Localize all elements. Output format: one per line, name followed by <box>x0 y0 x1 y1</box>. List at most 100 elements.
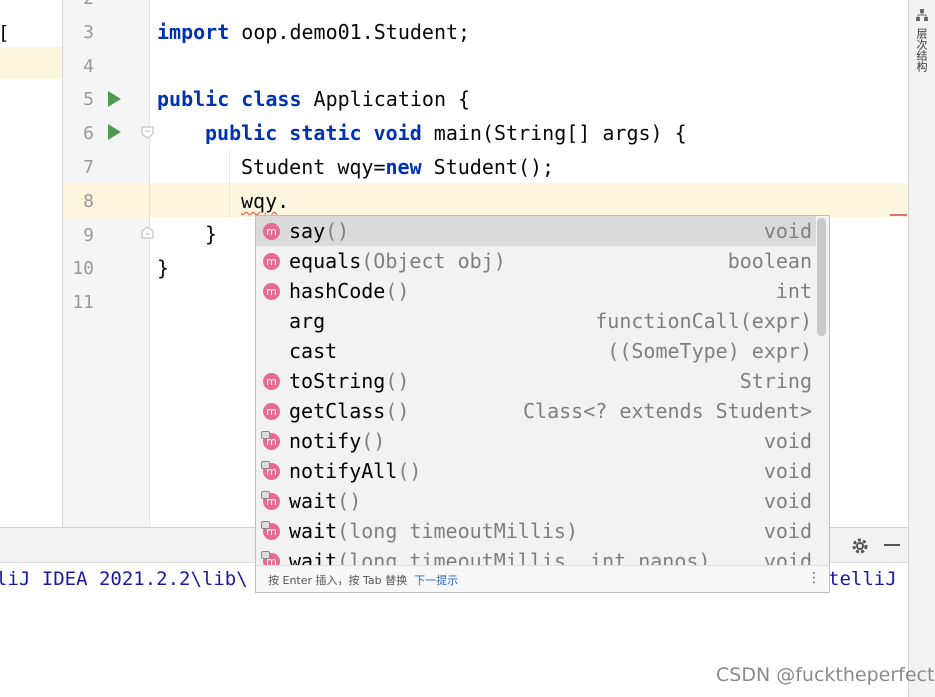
method-icon: m <box>263 283 280 300</box>
completion-item-identifier: say <box>289 219 326 243</box>
run-class-icon[interactable] <box>108 91 121 107</box>
more-options-icon[interactable]: ⋮ <box>807 570 821 586</box>
completion-item-params: () <box>385 369 410 393</box>
completion-item[interactable]: m wait(long timeoutMillis) void <box>256 516 816 546</box>
code-line-5[interactable]: public class Application { <box>157 87 470 111</box>
completion-item-name: cast <box>289 339 337 363</box>
completion-item-name: hashCode() <box>289 279 409 303</box>
code-line-7[interactable]: Student wqy=new Student(); <box>241 155 554 179</box>
code-text: Student(); <box>421 155 555 179</box>
completion-item[interactable]: m getClass() Class<? extends Student> <box>256 396 816 426</box>
hierarchy-icon[interactable] <box>915 8 929 22</box>
run-main-icon[interactable] <box>108 124 121 140</box>
keyword: import <box>157 20 230 44</box>
code-line-10[interactable]: } <box>157 256 169 280</box>
code-line-6[interactable]: public static void main(String[] args) { <box>205 121 687 145</box>
caret-line-highlight <box>63 183 908 217</box>
completion-item-name: wait() <box>289 489 361 513</box>
completion-item[interactable]: m wait() void <box>256 486 816 516</box>
completion-item-params: () <box>325 219 350 243</box>
completion-item-params: (long timeoutMillis, int nanos) <box>337 549 711 565</box>
code-line-9[interactable]: } <box>205 222 217 246</box>
completion-item[interactable]: m notifyAll() void <box>256 456 816 486</box>
line-number: 3 <box>83 22 94 43</box>
line-number: 7 <box>83 157 94 178</box>
line-number: 8 <box>83 191 94 212</box>
code-text: . <box>277 189 290 213</box>
code-text: main(String[] args) { <box>421 121 687 145</box>
fold-open-icon[interactable] <box>141 126 154 139</box>
completion-hint: 按 Enter 插入，按 Tab 替换 下一提示 <box>268 572 458 588</box>
completion-item-name: wait(long timeoutMillis) <box>289 519 578 543</box>
completion-item-identifier: wait <box>289 489 338 513</box>
watermark: CSDN @fucktheperfect <box>716 664 935 686</box>
gear-icon[interactable] <box>850 536 870 556</box>
completion-item-params: (long timeoutMillis) <box>337 519 578 543</box>
line-number: 4 <box>83 56 94 77</box>
indent-guide <box>229 150 230 217</box>
code-line-3[interactable]: import oop.demo01.Student; <box>157 20 470 44</box>
completion-item-identifier: wait <box>289 549 338 565</box>
completion-item-type: ((SomeType) expr) <box>607 339 812 363</box>
completion-item-type: void <box>763 459 812 483</box>
code-text: Application { <box>301 87 471 111</box>
console-output-left: liJ IDEA 2021.2.2\lib\ <box>0 568 248 590</box>
method-icon: m <box>263 253 280 270</box>
locked-method-icon: m <box>261 521 280 540</box>
completion-item-name: notify() <box>289 429 385 453</box>
completion-list[interactable]: m say() void m equals(Object obj) boolean m has… <box>256 216 816 565</box>
line-number: 10 <box>72 258 94 279</box>
completion-item[interactable]: m equals(Object obj) boolean <box>256 246 816 276</box>
completion-item[interactable]: m wait(long timeoutMillis, int nanos) void <box>256 546 816 565</box>
code-line-8[interactable]: wqy. <box>241 189 289 213</box>
line-number: 5 <box>83 89 94 110</box>
error-stripe-mark[interactable] <box>890 214 907 216</box>
keyword: class <box>241 87 302 111</box>
line-number: 9 <box>83 225 94 246</box>
console-output-right: telliJ <box>828 568 897 590</box>
completion-item-type: int <box>775 279 812 303</box>
code-completion-popup[interactable]: m say() void m equals(Object obj) boolean m has… <box>255 215 830 593</box>
completion-item-name: notifyAll() <box>289 459 421 483</box>
completion-item-type: void <box>763 519 812 543</box>
completion-item-type: void <box>763 549 812 565</box>
fold-close-icon[interactable] <box>141 226 154 239</box>
completion-item-params: () <box>385 399 410 423</box>
completion-item-identifier: hashCode <box>289 279 386 303</box>
completion-item-identifier: cast <box>289 339 338 363</box>
completion-item[interactable]: m say() void <box>256 216 816 246</box>
minimize-icon[interactable] <box>884 544 900 546</box>
completion-item-identifier: notifyAll <box>289 459 398 483</box>
project-panel-fragment: [ <box>0 0 62 527</box>
completion-item[interactable]: m toString() String <box>256 366 816 396</box>
completion-item-type: String <box>739 369 812 393</box>
project-panel-selected-row[interactable] <box>0 47 62 79</box>
method-icon: m <box>263 403 280 420</box>
keyword: void <box>373 121 422 145</box>
completion-hint-text: 按 Enter 插入，按 Tab 替换 <box>268 574 408 587</box>
gutter-separator <box>149 0 150 527</box>
completion-item[interactable]: cast ((SomeType) expr) <box>256 336 816 366</box>
right-tool-stripe: 层次结构 <box>908 0 935 697</box>
completion-item-params: () <box>397 459 422 483</box>
completion-item[interactable]: m hashCode() int <box>256 276 816 306</box>
completion-item-name: wait(long timeoutMillis, int nanos) <box>289 549 710 565</box>
locked-method-icon: m <box>261 431 280 450</box>
completion-item[interactable]: m notify() void <box>256 426 816 456</box>
completion-item-type: void <box>763 429 812 453</box>
completion-item-params: (Object obj) <box>361 249 506 273</box>
completion-item-params: () <box>337 489 362 513</box>
next-tip-link[interactable]: 下一提示 <box>414 574 458 587</box>
completion-scrollbar[interactable] <box>817 218 826 336</box>
completion-item-type: boolean <box>727 249 812 273</box>
hierarchy-tool-label[interactable]: 层次结构 <box>913 28 929 72</box>
completion-item-params: () <box>385 279 410 303</box>
completion-item[interactable]: arg functionCall(expr) <box>256 306 816 336</box>
locked-method-icon: m <box>261 551 280 565</box>
keyword: static <box>289 121 362 145</box>
completion-item-type: void <box>763 219 812 243</box>
line-number: 2 <box>63 0 94 9</box>
keyword: new <box>385 155 422 179</box>
completion-footer: 按 Enter 插入，按 Tab 替换 下一提示 ⋮ <box>256 565 829 592</box>
code-text: oop.demo01.Student; <box>229 20 471 44</box>
